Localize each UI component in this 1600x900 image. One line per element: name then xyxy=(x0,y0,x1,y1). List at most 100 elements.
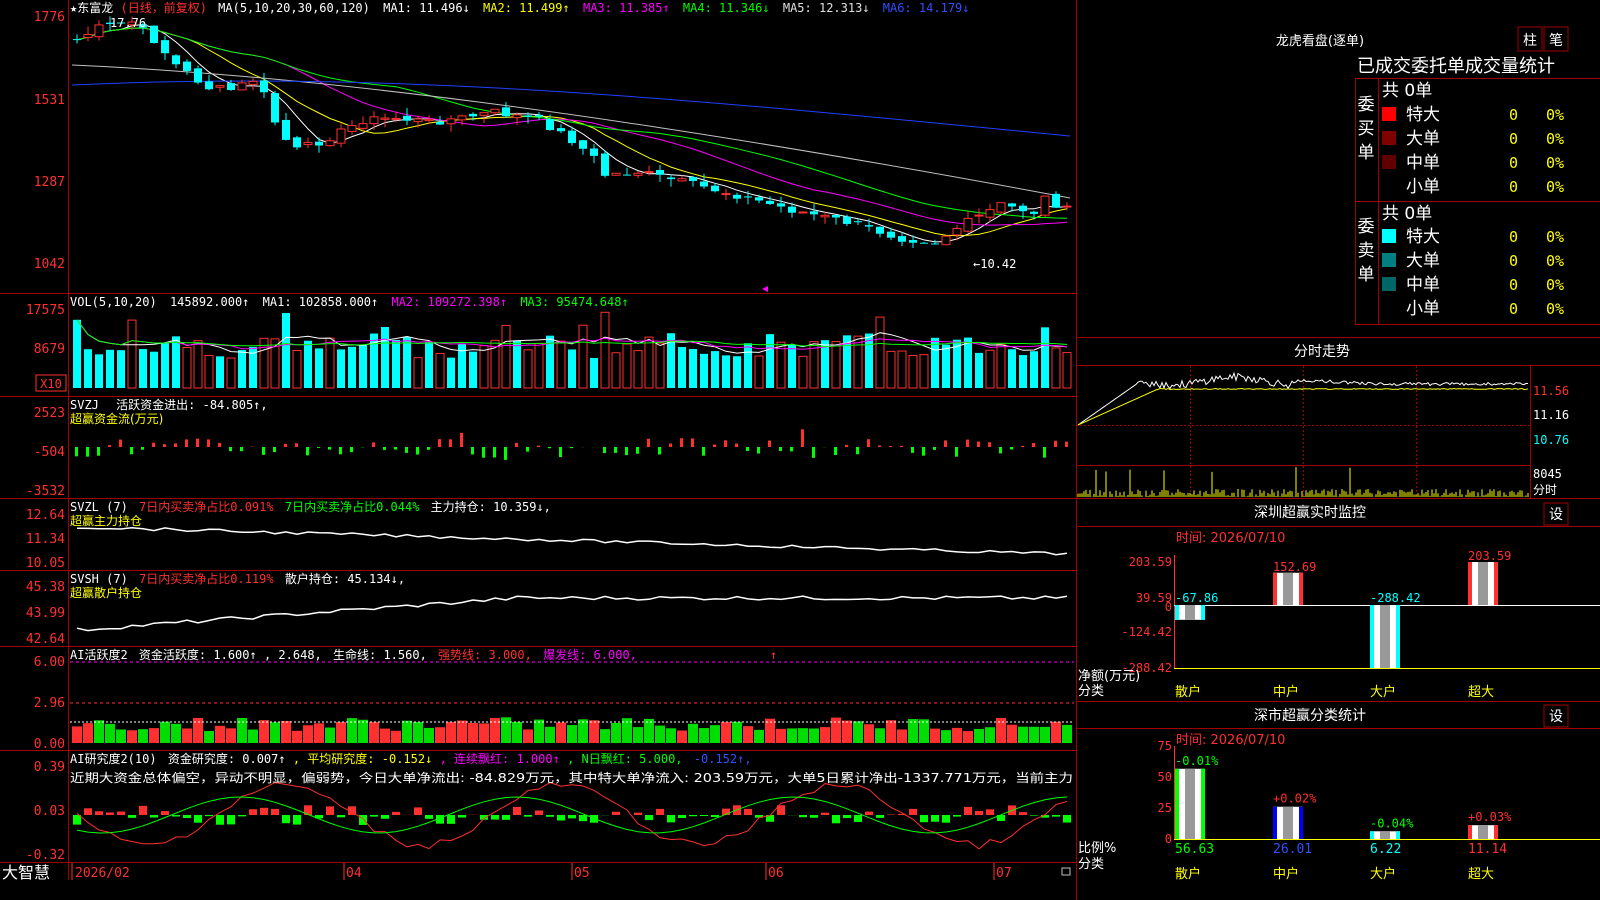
monitor-tick: 0 xyxy=(1165,600,1172,614)
order-pct: 0% xyxy=(1546,154,1564,172)
retail-holding-line xyxy=(76,595,1068,632)
svsh-retail-holding-panel[interactable]: 45.38 43.99 42.64 SVSH (7) 7日内买卖净占比0.119… xyxy=(26,571,1068,647)
intraday-title: 分时走势 xyxy=(1294,344,1350,360)
category-label: 大户 xyxy=(1370,684,1396,700)
svsh-axis-tick: 43.99 xyxy=(26,606,65,621)
ma5-value: MA5: 12.313↓ xyxy=(783,1,870,15)
category-label: 大户 xyxy=(1370,866,1396,882)
main-header: ★东富龙 (日线，前复权) MA(5,10,20,30,60,120) MA1:… xyxy=(70,0,970,15)
ratio-value: 11.14 xyxy=(1468,842,1507,857)
order-size-label: 小单 xyxy=(1406,299,1440,319)
main-holding-line xyxy=(76,526,1068,556)
order-value: 0 xyxy=(1509,154,1518,172)
svzj-axis-tick: 2523 xyxy=(34,406,65,421)
category-label: 超大 xyxy=(1468,685,1494,700)
ai2-axis-tick: -0.32 xyxy=(26,848,65,863)
up-arrow-icon: ↑ xyxy=(770,648,777,662)
vol-axis-tick: 17575 xyxy=(26,303,65,318)
order-pct: 0% xyxy=(1546,276,1564,294)
ratio-change: -0.04% xyxy=(1370,816,1414,830)
stock-terminal-window: 1776 1531 1287 1042 17.76 ←10.42 ★东富龙 (日… xyxy=(0,0,1600,900)
classify-xlabel: 分类 xyxy=(1078,857,1104,872)
ai-research-panel[interactable]: 0.39 0.03 -0.32 AI研究度2(10) 资金研究度: 0.007↑… xyxy=(26,751,1073,863)
capital-flow-bars xyxy=(75,429,1068,460)
category-label: 中户 xyxy=(1273,866,1299,882)
ratio-change: +0.02% xyxy=(1273,792,1317,806)
monitor-title: 深圳超赢实时监控 xyxy=(1254,504,1366,521)
net-bar-label: -288.42 xyxy=(1370,591,1421,605)
order-value: 0 xyxy=(1509,228,1518,246)
svzj-capital-flow-panel[interactable]: 2523 -504 -3532 SVZJ 活跃资金进出: -84.805↑, 超… xyxy=(26,397,1068,499)
vol-unit-label: X10 xyxy=(40,377,62,391)
intraday-vol-unit: 分时 xyxy=(1533,483,1557,497)
low-price-label: ←10.42 xyxy=(973,257,1016,271)
svzl-main-holding-panel[interactable]: 12.64 11.34 10.05 SVZL (7) 7日内买卖净占比0.091… xyxy=(26,499,1068,571)
order-value: 0 xyxy=(1509,276,1518,294)
intraday-vol-tick: 8045 xyxy=(1533,467,1562,481)
ratio-change: -0.01% xyxy=(1175,754,1219,768)
ai1-axis-tick: 6.00 xyxy=(34,655,65,670)
category-label: 散户 xyxy=(1175,866,1201,882)
svg-text:柱: 柱 xyxy=(1523,33,1537,49)
svzl-axis-tick: 11.34 xyxy=(26,532,65,547)
order-pct: 0% xyxy=(1546,178,1564,196)
ai2-header: AI研究度2(10) 资金研究度: 0.007↑ , 平均研究度: -0.152… xyxy=(70,751,752,766)
ai2-axis-tick: 0.03 xyxy=(34,804,65,819)
sell-orders-label: 委卖单 xyxy=(1358,217,1375,285)
volume-panel[interactable]: 17575 8679 X10 VOL(5,10,20) 145892.000↑ … xyxy=(26,295,1072,392)
net-bar-label: 152.69 xyxy=(1273,560,1316,574)
ai1-axis-tick: 2.96 xyxy=(34,696,65,711)
activity-bars xyxy=(70,717,1074,743)
price-axis-tick: 1042 xyxy=(34,257,65,272)
buy-orders-label: 委买单 xyxy=(1358,95,1375,163)
lock-icon[interactable] xyxy=(1061,867,1071,876)
ma-params: MA(5,10,20,30,60,120) xyxy=(218,1,370,15)
classify-settings-button[interactable]: 设 xyxy=(1543,704,1569,728)
ratio-change: +0.03% xyxy=(1468,810,1512,824)
legend-swatch xyxy=(1382,131,1396,145)
monitor-tick: -124.42 xyxy=(1121,625,1172,639)
svzl-axis-tick: 12.64 xyxy=(26,508,65,523)
ai-activity-panel[interactable]: 6.00 2.96 0.00 AI活跃度2 资金活跃度: 1.600↑ , 2.… xyxy=(34,647,1074,752)
volume-ma-lines xyxy=(76,319,1068,354)
candlestick-series xyxy=(73,16,1072,249)
price-axis-tick: 1776 xyxy=(34,10,65,25)
realtime-monitor-panel: 深圳超赢实时监控 设 时间: 2026/07/10 203.59 39.59 0… xyxy=(1076,502,1600,700)
legend-swatch xyxy=(1382,107,1396,121)
monitor-date: 时间: 2026/07/10 xyxy=(1176,531,1285,546)
ma6-value: MA6: 14.179↓ xyxy=(883,1,970,15)
classify-tick: 25 xyxy=(1158,801,1172,815)
app-brand: 大智慧 xyxy=(2,863,50,882)
classify-date: 时间: 2026/07/10 xyxy=(1176,733,1285,748)
buy-order-rows: 特大 0 0% 大单 0 0% 中单 0 0% 小单 0 0% xyxy=(1382,105,1564,197)
classify-ylabel: 比例% xyxy=(1078,841,1116,856)
main-price-panel[interactable]: 1776 1531 1287 1042 17.76 ←10.42 ★东富龙 (日… xyxy=(34,0,1072,292)
svzj-axis-tick: -3532 xyxy=(26,484,65,499)
order-value: 0 xyxy=(1509,252,1518,270)
sell-order-rows: 特大 0 0% 大单 0 0% 中单 0 0% 小单 0 0% xyxy=(1382,227,1564,319)
monitor-settings-button[interactable]: 设 xyxy=(1543,502,1569,526)
volume-bars xyxy=(73,311,1072,389)
svg-text:设: 设 xyxy=(1549,709,1563,725)
tick-view-button[interactable]: 笔 xyxy=(1543,26,1569,52)
intraday-tick: 10.76 xyxy=(1533,433,1569,447)
intraday-panel[interactable]: 分时走势 11.56 11.16 10.76 8045 分时 xyxy=(1076,344,1600,498)
svsh-axis-tick: 45.38 xyxy=(26,580,65,595)
monitor-ylabel: 净额(万元) xyxy=(1078,669,1140,684)
monitor-xlabel: 分类 xyxy=(1078,684,1104,699)
classify-tick: 75 xyxy=(1158,739,1172,753)
order-pct: 0% xyxy=(1546,228,1564,246)
order-value: 0 xyxy=(1509,130,1518,148)
ratio-value: 56.63 xyxy=(1175,842,1214,857)
bar-view-button[interactable]: 柱 xyxy=(1517,26,1543,52)
category-label: 超大 xyxy=(1468,867,1494,882)
order-size-label: 大单 xyxy=(1406,251,1440,271)
price-axis-tick: 1287 xyxy=(34,175,65,190)
ma2-value: MA2: 11.499↑ xyxy=(483,1,570,15)
order-size-label: 特大 xyxy=(1406,105,1440,125)
dragon-tiger-panel: 龙虎看盘(逐单) 柱 笔 已成交委托单成交量统计 委买单 委卖单 共 0单 共 … xyxy=(1276,26,1600,325)
order-value: 0 xyxy=(1509,300,1518,318)
lhb-title: 龙虎看盘(逐单) xyxy=(1276,33,1364,49)
order-size-label: 中单 xyxy=(1406,153,1440,173)
order-size-label: 中单 xyxy=(1406,275,1440,295)
